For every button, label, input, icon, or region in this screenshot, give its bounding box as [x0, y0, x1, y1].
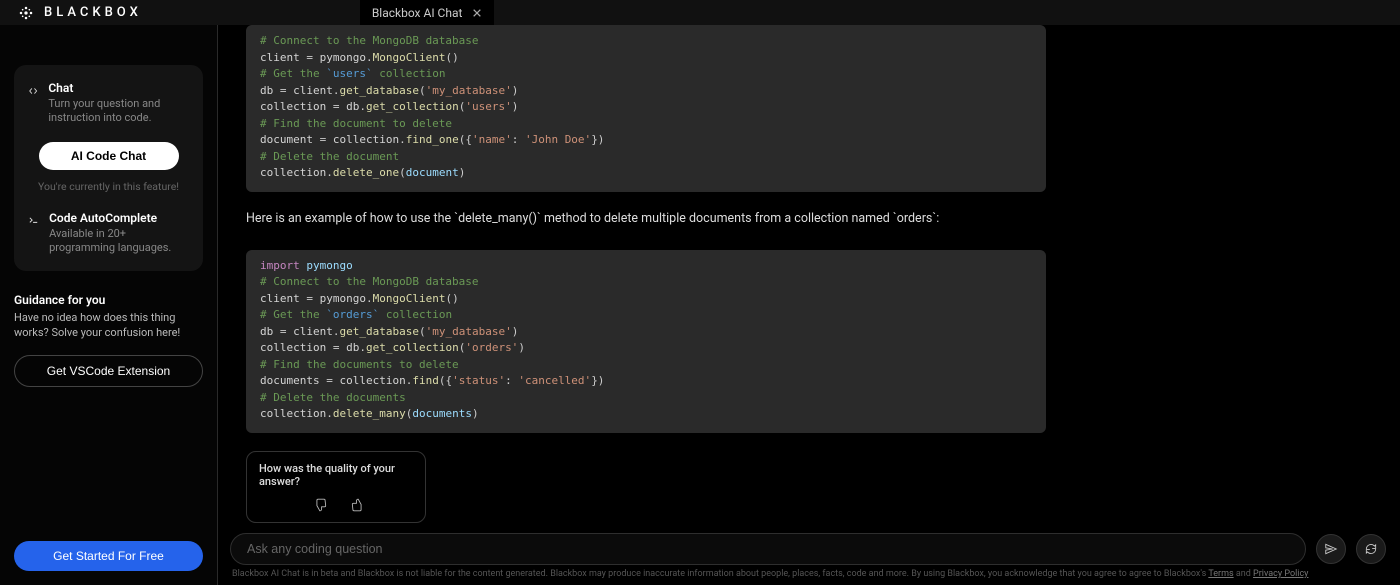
chat-input[interactable]	[230, 533, 1306, 565]
sidebar-autocomplete-title: Code AutoComplete	[49, 211, 189, 225]
terms-link[interactable]: Terms	[1208, 569, 1233, 579]
sidebar-autocomplete-desc: Available in 20+ programming languages.	[49, 227, 189, 256]
sidebar: Chat Turn your question and instruction …	[0, 25, 218, 585]
refresh-icon	[1364, 542, 1378, 556]
terminal-icon	[28, 213, 39, 229]
thumbs-up-icon[interactable]	[350, 498, 364, 512]
app-logo-icon	[16, 3, 36, 23]
close-icon[interactable]	[472, 8, 482, 18]
main-area: # Connect to the MongoDB database client…	[218, 25, 1400, 585]
input-row	[218, 527, 1400, 565]
thumbs-down-icon[interactable]	[314, 498, 328, 512]
guidance-section: Guidance for you Have no idea how does t…	[14, 293, 203, 387]
sidebar-chat-desc: Turn your question and instruction into …	[48, 97, 189, 126]
get-vscode-extension-button[interactable]: Get VSCode Extension	[14, 355, 203, 387]
refresh-button[interactable]	[1356, 534, 1386, 564]
send-icon	[1324, 542, 1338, 556]
current-feature-note: You're currently in this feature!	[28, 180, 189, 193]
ai-code-chat-button[interactable]: AI Code Chat	[39, 142, 179, 170]
explanation-text: Here is an example of how to use the `de…	[246, 210, 1046, 228]
code-brackets-icon	[28, 83, 38, 99]
code-block-1: # Connect to the MongoDB database client…	[246, 25, 1046, 192]
sidebar-item-chat[interactable]: Chat Turn your question and instruction …	[28, 81, 189, 126]
get-started-button[interactable]: Get Started For Free	[14, 541, 203, 571]
tab-blackbox-chat[interactable]: Blackbox AI Chat	[360, 0, 495, 25]
guidance-title: Guidance for you	[14, 293, 203, 307]
chat-scroll[interactable]: # Connect to the MongoDB database client…	[218, 25, 1400, 527]
tab-title: Blackbox AI Chat	[372, 6, 463, 20]
sidebar-card: Chat Turn your question and instruction …	[14, 65, 203, 271]
footer-disclaimer: Blackbox AI Chat is in beta and Blackbox…	[218, 565, 1400, 585]
send-button[interactable]	[1316, 534, 1346, 564]
sidebar-item-autocomplete[interactable]: Code AutoComplete Available in 20+ progr…	[28, 211, 189, 256]
code-block-2: import pymongo # Connect to the MongoDB …	[246, 250, 1046, 433]
feedback-card: How was the quality of your answer?	[246, 451, 426, 523]
app-logo-text: BLACKBOX	[44, 5, 142, 20]
guidance-desc: Have no idea how does this thing works? …	[14, 311, 203, 341]
sidebar-chat-title: Chat	[48, 81, 189, 95]
feedback-title: How was the quality of your answer?	[259, 462, 413, 488]
privacy-link[interactable]: Privacy Policy	[1253, 569, 1308, 579]
